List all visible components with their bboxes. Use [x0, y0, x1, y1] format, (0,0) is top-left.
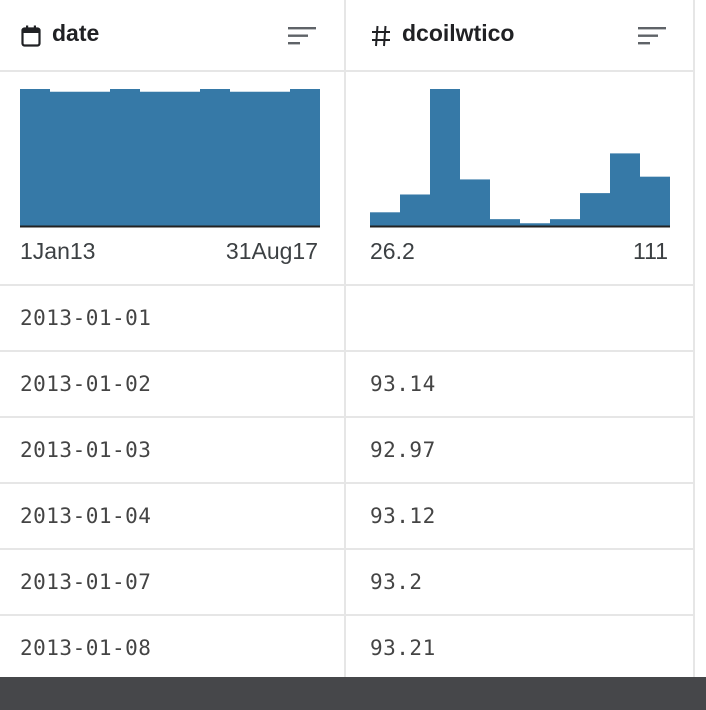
column-header-date[interactable]: date: [0, 0, 344, 70]
column-divider: [344, 0, 346, 677]
histogram-bar: [140, 91, 170, 227]
histogram-bar: [290, 89, 320, 226]
histogram-bar: [370, 212, 400, 226]
row-divider: [0, 614, 695, 616]
footer-bar: [0, 677, 706, 710]
histogram-bar: [80, 91, 110, 227]
histogram-bar: [400, 194, 430, 226]
histogram-bar: [200, 89, 230, 226]
histogram-bar: [170, 91, 200, 227]
range-max-label: 31Aug17: [225, 238, 318, 264]
range-min-label: 1Jan13: [20, 238, 96, 264]
summary-divider: [0, 284, 695, 286]
cell-dcoilwtico: 93.21: [370, 636, 436, 660]
cell-date: 2013-01-07: [20, 570, 152, 594]
cell-dcoilwtico: 93.12: [370, 504, 436, 528]
histogram-bar: [580, 193, 610, 226]
column-header-dcoilwtico[interactable]: dcoilwtico: [346, 0, 695, 70]
histogram-bar: [230, 91, 260, 227]
histogram-bar: [20, 89, 50, 226]
sort-icon[interactable]: [638, 25, 668, 47]
hash-icon: [370, 24, 392, 48]
cell-date: 2013-01-04: [20, 504, 152, 528]
histogram-bar: [260, 91, 290, 227]
histogram-bar: [490, 219, 520, 226]
row-divider: [0, 548, 695, 550]
row-divider: [0, 482, 695, 484]
cell-dcoilwtico: 93.14: [370, 372, 436, 396]
histogram-bar: [50, 91, 80, 227]
histogram-bar: [550, 219, 580, 226]
cell-date: 2013-01-08: [20, 636, 152, 660]
cell-date: 2013-01-01: [20, 306, 152, 330]
range-min-label: 26.2: [370, 238, 415, 264]
calendar-icon: [20, 24, 42, 48]
cell-dcoilwtico: 92.97: [370, 438, 436, 462]
sort-icon[interactable]: [288, 25, 318, 47]
row-divider: [0, 350, 695, 352]
column-name: dcoilwtico: [402, 20, 515, 46]
row-divider: [0, 416, 695, 418]
cell-date: 2013-01-03: [20, 438, 152, 462]
histogram-bar: [110, 89, 140, 226]
column-name: date: [52, 20, 100, 46]
cell-dcoilwtico: 93.2: [370, 570, 423, 594]
histogram-dcoilwtico: [370, 89, 670, 228]
data-table: date dcoilwtico 1Jan13 31Aug17 26.2 111 …: [0, 0, 695, 677]
range-max-label: 111: [633, 238, 668, 264]
histogram-bar: [610, 153, 640, 226]
histogram-bar: [640, 176, 670, 226]
histogram-bar: [430, 89, 460, 226]
histogram-date: [20, 89, 320, 228]
header-divider: [0, 70, 695, 72]
histogram-bar: [460, 179, 490, 226]
cell-date: 2013-01-02: [20, 372, 152, 396]
